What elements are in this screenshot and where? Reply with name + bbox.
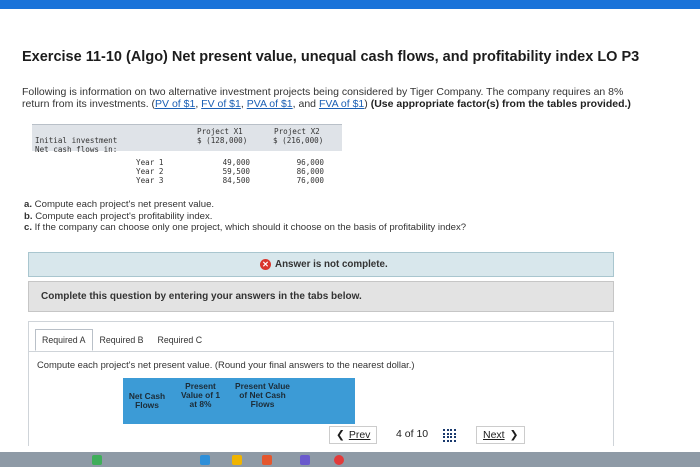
col-header-project-x2: Project X2: [274, 127, 320, 136]
x2-initial-investment: $ (216,000): [273, 136, 324, 145]
intro-line-2-prefix: return from its investments. (: [22, 98, 156, 110]
tab-required-b[interactable]: Required B: [93, 329, 151, 351]
exercise-title: Exercise 11-10 (Algo) Net present value,…: [22, 49, 640, 65]
intro-paragraph: Following is information on two alternat…: [22, 86, 682, 110]
dock-app-icon[interactable]: [300, 455, 310, 465]
answer-status-banner: ✕ Answer is not complete.: [28, 252, 614, 277]
col-pv-net-cash-flows: Present Value of Net Cash Flows: [230, 378, 295, 424]
instruction-banner: Complete this question by entering your …: [28, 281, 614, 312]
dock-bar: [0, 452, 700, 467]
fva-of-1-link[interactable]: FVA of $1: [319, 98, 364, 110]
next-button[interactable]: Next ❯: [476, 426, 526, 444]
col-net-cash-flows: Net Cash Flows: [123, 378, 171, 424]
question-a: a. Compute each project's net present va…: [24, 199, 466, 211]
pv-of-1-link[interactable]: PV of $1: [155, 98, 195, 110]
question-letter: a.: [24, 199, 33, 210]
pva-of-1-link[interactable]: PVA of $1: [247, 98, 293, 110]
tab-required-c[interactable]: Required C: [151, 329, 210, 351]
dock-app-icon[interactable]: [200, 455, 210, 465]
x2-year-1: 96,000: [296, 158, 324, 167]
fv-of-1-link[interactable]: FV of $1: [201, 98, 241, 110]
page-current: 4: [396, 428, 402, 440]
question-text: Compute each project's net present value…: [32, 199, 215, 210]
row-label-year-3: Year 3: [136, 176, 164, 185]
page-of: of: [404, 428, 414, 440]
col-present-value-of-1: Present Value of 1 at 8%: [171, 378, 230, 424]
col-header-project-x1: Project X1: [197, 127, 243, 136]
question-text: Compute each project's profitability ind…: [32, 210, 213, 222]
question-text: If the company can choose only one proje…: [32, 222, 467, 233]
prev-label: Prev: [348, 429, 371, 441]
question-letter: b.: [24, 210, 33, 222]
chevron-left-icon: ❮: [336, 429, 345, 441]
col-net-cash-flows-label: Net Cash Flows: [128, 391, 166, 410]
close-paren: ): [364, 98, 368, 110]
page-indicator: 4 of 10: [396, 428, 428, 440]
intro-line-2: return from its investments. (PV of $1 , …: [22, 98, 682, 110]
grid-menu-icon[interactable]: [443, 429, 456, 442]
x2-year-2: 86,000: [296, 167, 324, 176]
x1-year-3: 84,500: [222, 176, 250, 185]
row-label-initial-investment: Initial investment: [35, 136, 118, 145]
row-label-net-cash-flows: Net cash flows in:: [35, 145, 118, 154]
col-present-value-of-1-label: Present Value of 1 at 8%: [180, 381, 221, 409]
x1-year-1: 49,000: [222, 158, 250, 167]
question-b: b. Compute each project's profitability …: [24, 211, 466, 223]
next-label: Next: [483, 429, 505, 441]
x-circle-icon: ✕: [260, 259, 271, 270]
prev-button[interactable]: ❮ Prev: [329, 426, 378, 444]
row-label-year-1: Year 1: [136, 158, 164, 167]
status-inner: ✕ Answer is not complete.: [260, 259, 388, 270]
required-a-instruction: Compute each project's net present value…: [37, 359, 415, 370]
tab-strip: Required A Required B Required C: [35, 329, 209, 351]
x2-year-3: 76,000: [296, 176, 324, 185]
dock-app-icon[interactable]: [92, 455, 102, 465]
row-label-year-2: Year 2: [136, 167, 164, 176]
chevron-right-icon: ❯: [509, 429, 519, 441]
page-total: 10: [416, 428, 429, 440]
x1-initial-investment: $ (128,000): [197, 136, 248, 145]
question-c: c. If the company can choose only one pr…: [24, 222, 466, 234]
tab-required-a[interactable]: Required A: [35, 329, 93, 351]
question-letter: c.: [24, 222, 33, 233]
x1-year-2: 59,500: [222, 167, 250, 176]
instruction-banner-text: Complete this question by entering your …: [41, 291, 362, 302]
top-accent-bar: [0, 0, 700, 9]
dock-app-icon[interactable]: [262, 455, 272, 465]
col-empty: [295, 378, 355, 424]
npv-answer-table-header: Net Cash Flows Present Value of 1 at 8% …: [123, 378, 355, 424]
question-list: a. Compute each project's net present va…: [24, 199, 466, 234]
tab-divider: [29, 351, 613, 352]
col-pv-net-cash-flows-label: Present Value of Net Cash Flows: [235, 381, 290, 409]
dock-app-icon[interactable]: [232, 455, 242, 465]
tab-panel: Required A Required B Required C Compute…: [28, 321, 614, 446]
instruction-text: (Use appropriate factor(s) from the tabl…: [370, 98, 631, 110]
intro-line-1: Following is information on two alternat…: [22, 86, 624, 98]
status-text: Answer is not complete.: [275, 259, 388, 270]
dock-app-icon[interactable]: [334, 455, 344, 465]
and-text: , and: [292, 98, 319, 110]
